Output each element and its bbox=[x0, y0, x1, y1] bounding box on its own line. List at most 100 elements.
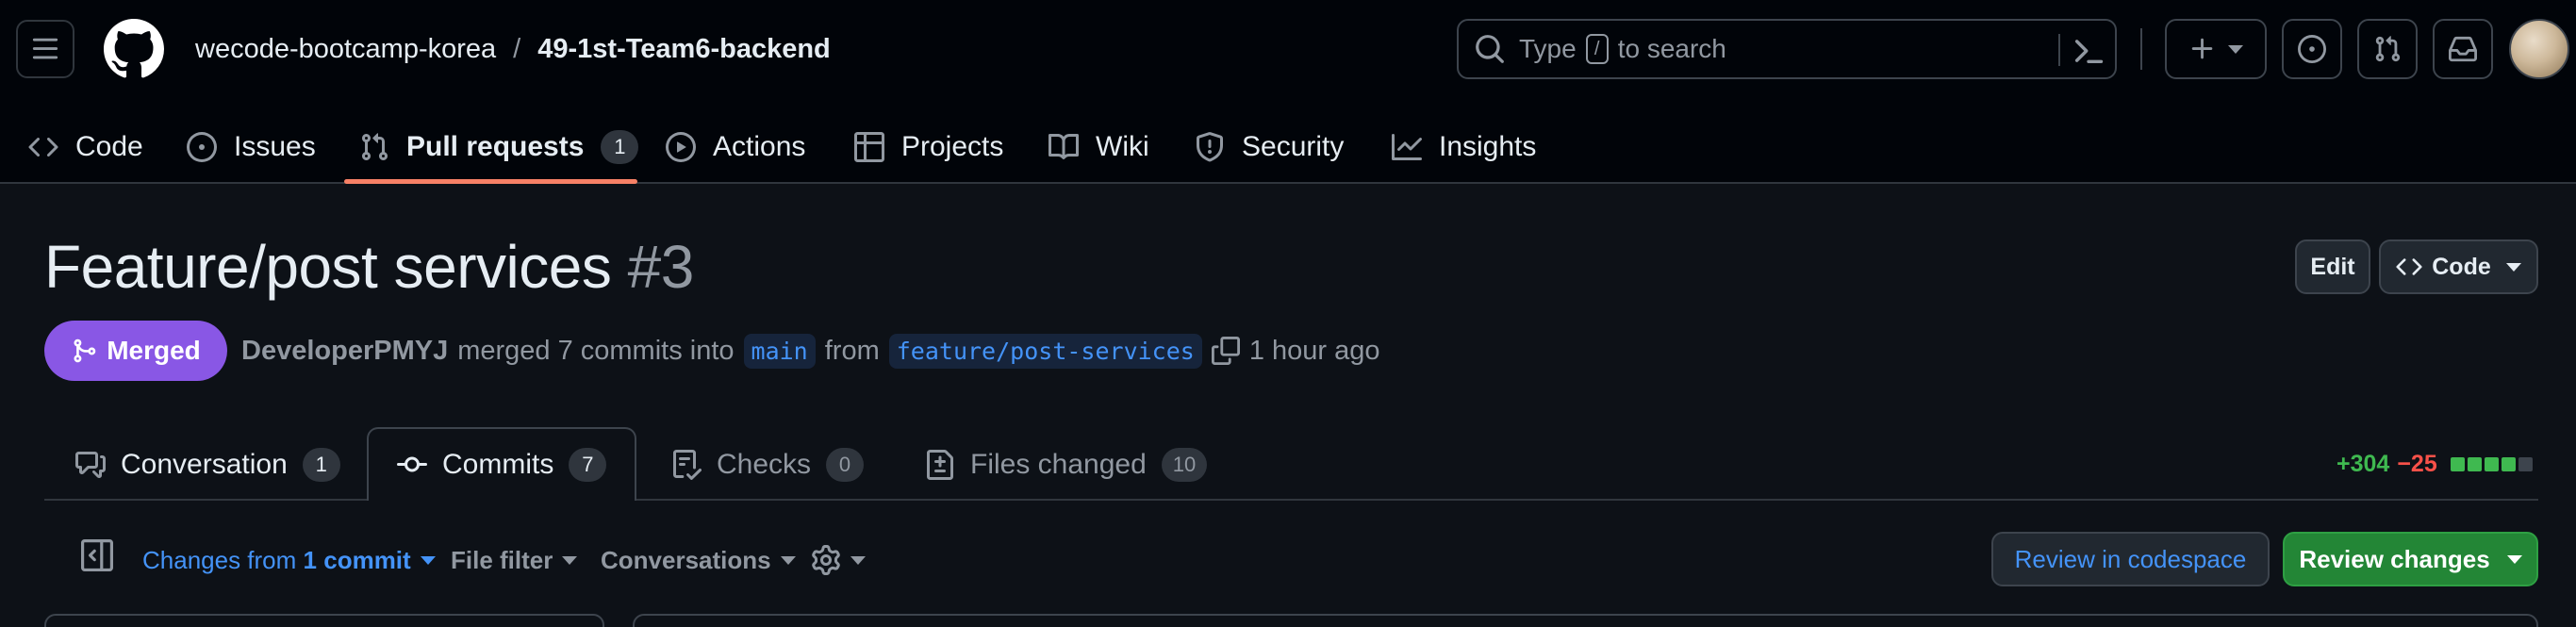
tab-files-changed[interactable]: Files changed 10 bbox=[925, 429, 1208, 501]
nav-actions-label: Actions bbox=[713, 131, 806, 162]
table-icon bbox=[854, 132, 884, 162]
diffstat-block bbox=[2467, 456, 2482, 471]
diffstat-deletions: −25 bbox=[2397, 450, 2437, 477]
changes-from-dropdown[interactable]: Changes from 1 commit bbox=[142, 539, 436, 581]
code-icon bbox=[28, 137, 58, 157]
repo-name-link[interactable]: 49-1st-Team6-backend bbox=[537, 34, 831, 65]
pull-request-icon bbox=[2375, 36, 2401, 62]
tab-checks[interactable]: Checks 0 bbox=[671, 429, 865, 501]
sidebar-collapse-icon[interactable] bbox=[81, 539, 113, 571]
tab-commits[interactable]: Commits 7 bbox=[367, 427, 637, 501]
review-in-codespace-label: Review in codespace bbox=[2014, 544, 2247, 573]
breadcrumb-separator: / bbox=[513, 33, 521, 64]
hamburger-icon bbox=[32, 38, 58, 59]
changes-from-label: Changes from 1 commit bbox=[142, 546, 411, 575]
diffstat-additions: +304 bbox=[2337, 450, 2390, 477]
pr-number: #3 bbox=[627, 233, 695, 301]
search-icon bbox=[1476, 35, 1504, 63]
nav-issues[interactable]: Issues bbox=[187, 111, 316, 183]
nav-wiki[interactable]: Wiki bbox=[1049, 111, 1149, 183]
pull-requests-count: 1 bbox=[601, 130, 639, 164]
nav-insights-label: Insights bbox=[1439, 131, 1537, 162]
issues-button[interactable] bbox=[2282, 19, 2342, 79]
pull-request-icon bbox=[361, 133, 388, 161]
code-button[interactable]: Code bbox=[2379, 239, 2538, 294]
commit-icon bbox=[397, 456, 427, 472]
comment-icon bbox=[75, 452, 106, 478]
pr-author-link[interactable]: DeveloperPMYJ bbox=[241, 336, 448, 367]
issue-icon bbox=[2298, 35, 2326, 63]
tab-files-changed-label: Files changed bbox=[970, 449, 1147, 480]
repo-breadcrumb: wecode-bootcamp-korea / 49-1st-Team6-bac… bbox=[195, 28, 831, 70]
search-divider bbox=[2058, 34, 2060, 66]
book-icon bbox=[1049, 133, 1079, 159]
chevron-down-icon bbox=[420, 555, 436, 565]
search-shortcut-key: / bbox=[1585, 34, 1609, 64]
pr-title-text: Feature/post services bbox=[44, 233, 612, 301]
edit-button-label: Edit bbox=[2310, 253, 2355, 280]
git-merge-icon bbox=[74, 338, 96, 363]
file-filter-label: File filter bbox=[451, 545, 553, 574]
repo-owner-link[interactable]: wecode-bootcamp-korea bbox=[195, 34, 496, 65]
diffstat-block bbox=[2450, 456, 2465, 471]
tab-commits-count: 7 bbox=[569, 448, 607, 482]
search-placeholder-before: Type bbox=[1519, 34, 1577, 63]
review-changes-label: Review changes bbox=[2299, 544, 2490, 573]
tab-commits-label: Commits bbox=[442, 449, 554, 480]
code-icon bbox=[2396, 258, 2422, 275]
graph-icon bbox=[1392, 134, 1422, 160]
search-input[interactable]: Type / to search bbox=[1457, 19, 2117, 79]
diffstat-block bbox=[2501, 456, 2516, 471]
nav-insights[interactable]: Insights bbox=[1392, 111, 1536, 183]
tab-conversation-count: 1 bbox=[302, 448, 340, 482]
conversations-label: Conversations bbox=[601, 545, 771, 574]
pr-title: Feature/post services #3 bbox=[44, 232, 694, 302]
tab-conversation-label: Conversation bbox=[121, 449, 288, 480]
menu-button[interactable] bbox=[16, 20, 74, 78]
command-palette-icon[interactable] bbox=[2072, 34, 2105, 68]
chevron-down-icon bbox=[780, 555, 796, 565]
review-changes-button[interactable]: Review changes bbox=[2283, 532, 2538, 586]
file-filter-dropdown[interactable]: File filter bbox=[451, 539, 578, 581]
merged-status-badge: Merged bbox=[44, 321, 227, 381]
diffstat-blocks bbox=[2450, 456, 2533, 471]
tab-files-changed-count: 10 bbox=[1161, 448, 1208, 482]
review-in-codespace-button[interactable]: Review in codespace bbox=[1991, 532, 2270, 586]
user-avatar[interactable] bbox=[2509, 19, 2569, 79]
merged-status-label: Merged bbox=[107, 336, 201, 365]
copy-icon[interactable] bbox=[1211, 337, 1240, 365]
diff-panel bbox=[633, 614, 2538, 627]
tab-conversation[interactable]: Conversation 1 bbox=[75, 429, 340, 501]
head-branch-link[interactable]: feature/post-services bbox=[888, 333, 1202, 369]
diffstat-block bbox=[2518, 456, 2533, 471]
chevron-down-icon bbox=[2228, 44, 2243, 54]
nav-actions[interactable]: Actions bbox=[666, 111, 805, 183]
file-tree-panel bbox=[44, 614, 604, 627]
nav-pull-requests-label: Pull requests bbox=[406, 131, 585, 162]
conversations-dropdown[interactable]: Conversations bbox=[601, 539, 796, 581]
tab-checks-label: Checks bbox=[717, 449, 812, 480]
nav-projects[interactable]: Projects bbox=[854, 111, 1003, 183]
github-logo-icon[interactable] bbox=[104, 19, 164, 79]
nav-pull-requests[interactable]: Pull requests 1 bbox=[359, 111, 639, 183]
diff-settings-dropdown[interactable] bbox=[811, 539, 866, 581]
chevron-down-icon bbox=[850, 555, 866, 565]
nav-code[interactable]: Code bbox=[28, 111, 143, 183]
nav-security[interactable]: Security bbox=[1195, 111, 1344, 183]
chevron-down-icon bbox=[2506, 554, 2522, 564]
code-button-label: Code bbox=[2432, 253, 2491, 280]
shield-icon bbox=[1197, 132, 1223, 162]
play-icon bbox=[666, 132, 696, 162]
search-placeholder-after: to search bbox=[1617, 34, 1726, 63]
pull-requests-button[interactable] bbox=[2357, 19, 2418, 79]
nav-issues-label: Issues bbox=[234, 131, 316, 162]
create-new-button[interactable] bbox=[2165, 19, 2267, 79]
nav-wiki-label: Wiki bbox=[1096, 131, 1149, 162]
edit-button[interactable]: Edit bbox=[2295, 239, 2370, 294]
header-divider bbox=[2140, 28, 2142, 70]
inbox-button[interactable] bbox=[2433, 19, 2493, 79]
diffstat: +304 −25 bbox=[2337, 448, 2533, 480]
active-nav-indicator bbox=[344, 179, 637, 184]
pr-time: 1 hour ago bbox=[1248, 335, 1380, 366]
base-branch-link[interactable]: main bbox=[743, 333, 816, 369]
